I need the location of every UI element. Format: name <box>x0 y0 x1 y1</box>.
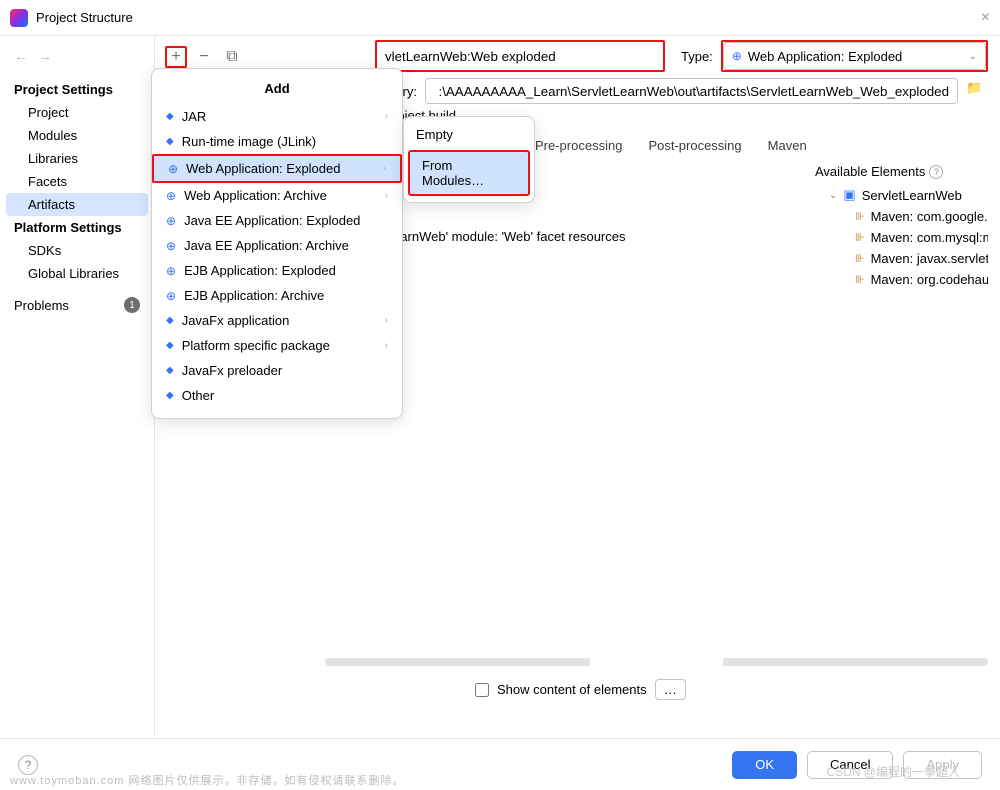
main-panel: + − ⧉ Add ◆JAR› ◆Run-time image (JLink) … <box>155 36 1000 736</box>
add-opt-jar[interactable]: ◆JAR› <box>152 104 402 129</box>
add-opt-web-archive[interactable]: ⊕Web Application: Archive› <box>152 183 402 208</box>
add-popup: Add ◆JAR› ◆Run-time image (JLink) ⊕Web A… <box>151 68 403 419</box>
artifact-name-input[interactable] <box>377 42 663 70</box>
lib-node: ⊪Maven: javax.servlet:servlet-api:2.5 (P… <box>815 248 988 269</box>
sidebar-item-sdks[interactable]: SDKs <box>0 239 154 262</box>
web-icon: ⊕ <box>166 239 176 253</box>
add-button[interactable]: + <box>165 46 187 68</box>
lib-node: ⊪Maven: org.codehaus.plexus:plexus-utils… <box>815 269 988 290</box>
available-elements-tree[interactable]: ⌄▣ServletLearnWeb ⊪Maven: com.google.pro… <box>815 184 988 290</box>
type-value: Web Application: Exploded <box>748 49 902 64</box>
module-icon: ▣ <box>843 187 855 203</box>
chevron-right-icon: › <box>383 163 386 174</box>
sidebar-item-modules[interactable]: Modules <box>0 124 154 147</box>
titlebar: Project Structure × <box>0 0 1000 36</box>
show-content-label: Show content of elements <box>497 682 647 697</box>
show-content-more-button[interactable]: … <box>655 679 686 700</box>
add-opt-jlink[interactable]: ◆Run-time image (JLink) <box>152 129 402 154</box>
sidebar-item-problems[interactable]: Problems 1 <box>0 285 154 325</box>
library-icon: ⊪ <box>855 210 865 223</box>
watermark: www.toymoban.com 网络图片仅供展示，非存储，如有侵权请联系删除。 <box>10 772 404 788</box>
add-opt-ejb-exploded[interactable]: ⊕EJB Application: Exploded <box>152 258 402 283</box>
web-icon: ⊕ <box>166 264 176 278</box>
add-opt-javafx-preloader[interactable]: ◆JavaFx preloader <box>152 358 402 383</box>
lib-node: ⊪Maven: com.google.protobuf:protobuf-jav… <box>815 206 988 227</box>
sidebar-item-artifacts[interactable]: Artifacts <box>6 193 148 216</box>
add-opt-javafx[interactable]: ◆JavaFx application› <box>152 308 402 333</box>
submenu-empty[interactable]: Empty <box>404 121 534 148</box>
module-node: ⌄▣ServletLearnWeb <box>815 184 988 206</box>
chevron-right-icon: › <box>385 315 388 326</box>
library-icon: ⊪ <box>855 273 865 286</box>
tab-postprocessing[interactable]: Post-processing <box>648 132 741 159</box>
output-dir-input[interactable] <box>425 78 958 104</box>
artifact-icon: ◆ <box>166 365 174 376</box>
submenu-from-modules[interactable]: From Modules… <box>408 150 530 196</box>
chevron-right-icon: › <box>385 190 388 201</box>
show-content-checkbox[interactable] <box>475 683 489 697</box>
remove-button[interactable]: − <box>193 46 215 68</box>
library-icon: ⊪ <box>855 252 865 265</box>
nav-forward-icon[interactable]: → <box>38 48 52 64</box>
tree-inf: INF <box>375 205 735 226</box>
web-icon: ⊕ <box>732 49 742 63</box>
folder-icon[interactable]: 📁 <box>966 80 988 102</box>
artifact-icon: ◆ <box>166 136 174 147</box>
artifact-icon: ◆ <box>166 340 174 351</box>
nav-back-icon[interactable]: ← <box>14 48 28 64</box>
section-platform-settings: Platform Settings <box>0 216 154 239</box>
tab-maven[interactable]: Maven <box>768 132 807 159</box>
window-title: Project Structure <box>36 10 133 25</box>
add-opt-web-exploded[interactable]: ⊕Web Application: Exploded› <box>152 154 402 183</box>
problems-label: Problems <box>14 298 69 313</box>
artifact-icon: ◆ <box>166 315 174 326</box>
sidebar-item-libraries[interactable]: Libraries <box>0 147 154 170</box>
sidebar-item-project[interactable]: Project <box>0 101 154 124</box>
type-select[interactable]: ⊕ Web Application: Exploded ⌄ <box>723 42 986 70</box>
sidebar-item-facets[interactable]: Facets <box>0 170 154 193</box>
web-icon: ⊕ <box>166 289 176 303</box>
watermark-csdn: CSDN @编程的一拳超人 <box>826 763 960 780</box>
web-icon: ⊕ <box>168 162 178 176</box>
chevron-right-icon: › <box>385 340 388 351</box>
copy-button[interactable]: ⧉ <box>221 46 243 68</box>
library-icon: ⊪ <box>855 231 865 244</box>
problems-count-badge: 1 <box>124 297 140 313</box>
scrollbar[interactable] <box>325 658 988 666</box>
lib-node: ⊪Maven: com.mysql:mysql-connector-j:8.0.… <box>815 227 988 248</box>
help-icon[interactable]: ? <box>929 165 943 179</box>
ok-button[interactable]: OK <box>732 751 797 779</box>
available-elements-label: Available Elements ? <box>815 164 943 179</box>
web-icon: ⊕ <box>166 189 176 203</box>
add-opt-jee-exploded[interactable]: ⊕Java EE Application: Exploded <box>152 208 402 233</box>
type-label: Type: <box>681 49 713 64</box>
artifact-icon: ◆ <box>166 111 174 122</box>
tabs: Pre-processing Post-processing Maven <box>535 132 807 159</box>
sidebar: ← → Project Settings Project Modules Lib… <box>0 36 155 736</box>
chevron-down-icon: ⌄ <box>969 51 977 62</box>
add-opt-other[interactable]: ◆Other <box>152 383 402 408</box>
add-popup-title: Add <box>152 75 402 104</box>
chevron-right-icon: › <box>385 111 388 122</box>
add-opt-platform[interactable]: ◆Platform specific package› <box>152 333 402 358</box>
chevron-down-icon[interactable]: ⌄ <box>829 190 837 201</box>
web-icon: ⊕ <box>166 214 176 228</box>
add-opt-jee-archive[interactable]: ⊕Java EE Application: Archive <box>152 233 402 258</box>
close-icon[interactable]: × <box>981 9 990 27</box>
tab-preprocessing[interactable]: Pre-processing <box>535 132 622 159</box>
sidebar-item-global-libraries[interactable]: Global Libraries <box>0 262 154 285</box>
section-project-settings: Project Settings <box>0 78 154 101</box>
add-submenu: Empty From Modules… <box>403 116 535 203</box>
artifact-icon: ◆ <box>166 390 174 401</box>
tree-facet: etLearnWeb' module: 'Web' facet resource… <box>375 226 735 247</box>
app-icon <box>10 9 28 27</box>
show-content-row: Show content of elements … <box>475 679 686 700</box>
add-opt-ejb-archive[interactable]: ⊕EJB Application: Archive <box>152 283 402 308</box>
